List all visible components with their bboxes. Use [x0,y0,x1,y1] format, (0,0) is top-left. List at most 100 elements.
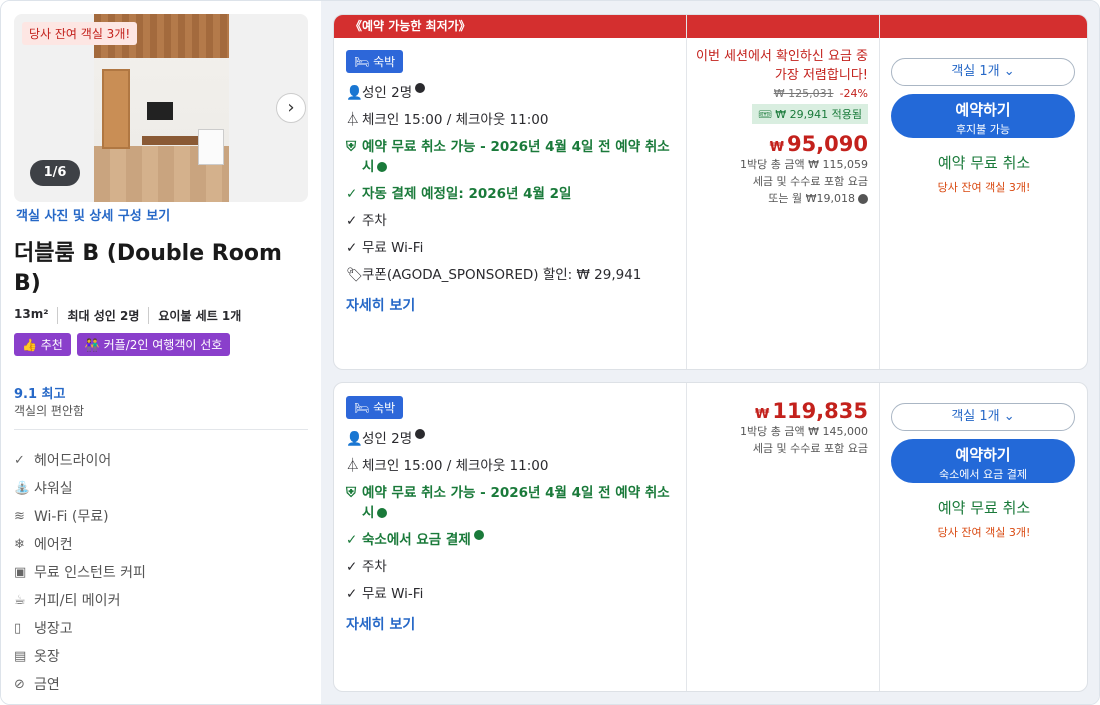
bed-icon: 🛏 [354,401,374,415]
room-photo[interactable]: 당사 잔여 객실 3개! 1/6 › [14,14,308,202]
review-score[interactable]: 9.1 최고 [14,383,65,402]
parking: ✓ 주차 [346,213,387,229]
divider [14,429,308,430]
amenity-item: ▯ 냉장고 [14,620,73,638]
stay-tag: 🛏 숙박 [346,396,404,419]
parking: ✓ 주차 [346,559,387,575]
offer-price: ₩119,835 1박당 총 금액 ₩ 145,000 세금 및 수수료 포함 … [688,393,880,457]
offer-card: 🛏 숙박 👤 성인 2명 ⏃ 체크인 15:00 / 체크아웃 11:00 ⛨ 예약 … [333,382,1088,692]
free-cancel-policy: ⛨ 예약 무료 취소 가능 - 2026년 4월 4일 전 예약 취소 시 [346,139,670,175]
total-per-night: 1박당 총 금액 ₩ 115,059 [740,158,868,171]
info-icon[interactable] [415,429,426,439]
shield-check-icon: ⛨ [346,139,357,155]
free-wifi: ✓ 무료 Wi-Fi [346,240,424,256]
amenity-item: ▣ 무료 인스턴트 커피 [14,564,146,582]
check-icon: ✓ [346,586,358,602]
offer-features: 🛏 숙박 👤 성인 2명 ⏃ 체크인 15:00 / 체크아웃 11:00 ⛨ 예약 … [346,50,686,315]
photo-counter: 1/6 [30,160,80,186]
rooms-left-label: 당사 잔여 객실 3개! [937,181,1031,194]
currency-symbol: ₩ [769,140,784,155]
thumbs-up-icon: 👍 [22,338,41,352]
chevron-down-icon: ⌄ [1003,64,1015,79]
book-button[interactable]: 예약하기 후지불 가능 [891,94,1075,138]
max-occupancy: 최대 성인 2명 [67,307,150,324]
person-icon: 👤 [346,85,363,101]
amenity-item: ☕ 커피/티 메이커 [14,592,121,610]
bellhop-icon: ⏃ [346,458,360,474]
amenity-item: ⊘ 금연 [14,676,60,694]
booking-actions: 객실 1개 ⌄ 예약하기 숙소에서 요금 결제 예약 무료 취소 당사 잔여 객실… [891,403,1077,540]
coupon-discount: 🏷 쿠폰(AGODA_SPONSORED) 할인: ₩ 29,941 [346,267,642,283]
book-button[interactable]: 예약하기 숙소에서 요금 결제 [891,439,1075,483]
divider [686,383,687,691]
free-cancel-policy: ⛨ 예약 무료 취소 가능 - 2026년 4월 4일 전 예약 취소 시 [346,485,670,521]
monthly-price: 또는 월 ₩19,018 [688,190,868,207]
info-icon[interactable] [377,508,388,518]
tax-note: 세금 및 수수료 포함 요금 [752,175,868,188]
tag-icon: 🏷 [346,267,364,283]
stay-tag: 🛏 숙박 [346,50,404,73]
lowest-price-ribbon: 《예약 가능한 최저가》 [334,15,1087,38]
guest-count: 👤 성인 2명 [346,83,686,103]
check-icon: ✓ [14,452,25,468]
room-image-stand [142,136,198,145]
photo-details-link[interactable]: 객실 사진 및 상세 구성 보기 [16,205,170,224]
details-link[interactable]: 자세히 보기 [346,614,686,634]
offer-card: 《예약 가능한 최저가》 🛏 숙박 👤 성인 2명 ⏃ 체크인 15:00 / 체크… [333,14,1088,370]
couple-icon: 👫 [84,338,104,352]
no-smoking-icon: ⊘ [14,676,25,692]
coffee-machine-icon: ▣ [14,564,27,580]
info-icon[interactable] [415,83,426,93]
recommended-tag: 👍 추천 [14,333,71,356]
room-info-column: 당사 잔여 객실 3개! 1/6 › 객실 사진 및 상세 구성 보기 더블룸 … [1,1,321,704]
air-conditioner-icon: ❄ [14,536,25,552]
checkin-time: ⏃ 체크인 15:00 / 체크아웃 11:00 [346,458,549,474]
kettle-icon: ☕ [14,592,26,608]
amenity-item: ≋ Wi-Fi (무료) [14,508,109,526]
room-count-select[interactable]: 객실 1개 ⌄ [891,403,1075,431]
fridge-icon: ▯ [14,620,22,636]
bed-icon: 🛏 [354,55,374,69]
checkin-time: ⏃ 체크인 15:00 / 체크아웃 11:00 [346,112,549,128]
amenity-list: ✓ 헤어드라이어 ⛲ 샤워실 ≋ Wi-Fi (무료) ❄ 에어컨 ▣ 무료 인스턴트 커… [14,446,146,698]
wardrobe-icon: ▤ [14,648,27,664]
total-per-night: 1박당 총 금액 ₩ 145,000 [740,425,868,438]
check-icon: ✓ [346,240,358,256]
person-icon: 👤 [346,431,363,447]
check-icon: ✓ [346,532,358,548]
bedding: 요이불 세트 1개 [158,309,242,323]
room-title: 더블룸 B (Double Room B) [14,241,282,296]
check-icon: ✓ [346,213,358,229]
info-icon[interactable] [858,194,868,204]
amenity-item: ▤ 옷장 [14,648,60,666]
divider [686,15,687,369]
coupon-applied-badge: 🎟 ₩ 29,941 적용됨 [751,104,868,124]
room-count-select[interactable]: 객실 1개 ⌄ [891,58,1075,86]
photo-scarcity-badge: 당사 잔여 객실 3개! [22,22,138,45]
check-icon: ✓ [346,186,358,202]
payment-date: ✓ 자동 결제 예정일: 2026년 4월 2일 [346,186,572,202]
room-image-fridge [198,129,224,165]
bellhop-icon: ⏃ [346,112,360,128]
offers-area: 《예약 가능한 최저가》 🛏 숙박 👤 성인 2명 ⏃ 체크인 15:00 / 체크… [321,1,1099,704]
free-cancel-label: 예약 무료 취소 [937,499,1031,517]
chevron-right-icon[interactable]: › [276,93,306,123]
offer-price: 이번 세션에서 확인하신 요금 중 가장 저렴합니다! ₩ 125,031 -24… [688,47,880,207]
review-score-category: 객실의 편안함 [14,404,85,418]
rooms-left-label: 당사 잔여 객실 3개! [937,526,1031,539]
final-price: ₩95,090 [769,132,868,156]
room-image-door [102,69,130,149]
info-icon[interactable] [473,530,484,540]
room-size: 13m² [14,307,59,324]
details-link[interactable]: 자세히 보기 [346,295,686,315]
amenity-item: ✓ 헤어드라이어 [14,452,112,470]
info-icon[interactable] [377,162,388,172]
wifi-icon: ≋ [14,508,25,524]
offer-features: 🛏 숙박 👤 성인 2명 ⏃ 체크인 15:00 / 체크아웃 11:00 ⛨ 예약 … [346,396,686,634]
tax-note: 세금 및 수수료 포함 요금 [752,442,868,455]
free-wifi: ✓ 무료 Wi-Fi [346,586,424,602]
check-icon: ✓ [346,559,358,575]
room-specs: 13m² 최대 성인 2명 요이불 세트 1개 [14,307,259,324]
shower-icon: ⛲ [14,480,31,496]
ticket-icon: 🎟 [757,108,776,121]
